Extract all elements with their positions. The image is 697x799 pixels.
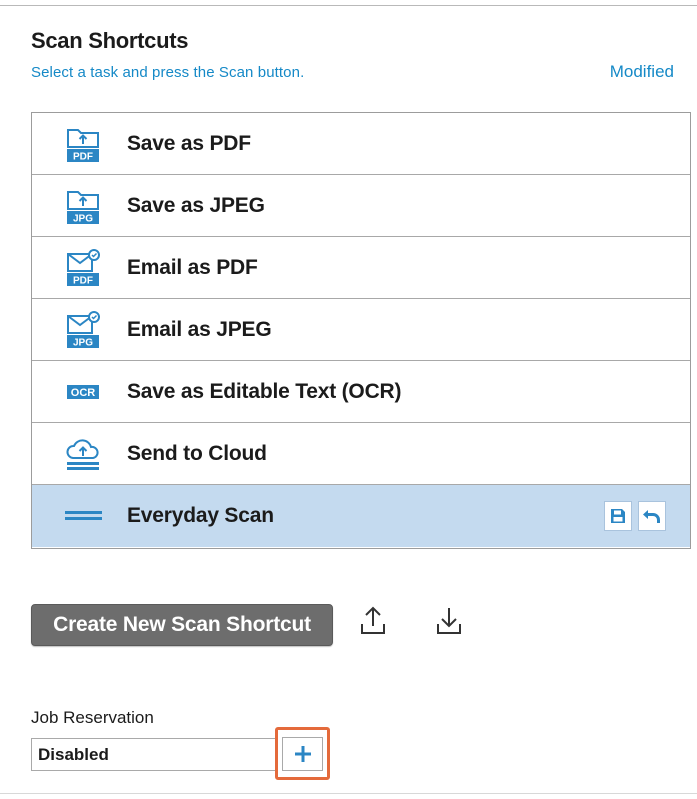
jpg-badge-text: JPG — [73, 337, 93, 348]
shortcut-send-to-cloud[interactable]: Send to Cloud — [32, 423, 690, 485]
shortcut-label: Email as PDF — [127, 255, 258, 279]
email-pdf-icon: PDF — [67, 248, 100, 286]
save-shortcut-button[interactable] — [604, 501, 632, 531]
shortcut-email-as-pdf[interactable]: PDF Email as PDF — [32, 237, 690, 299]
ocr-icon: OCR — [67, 384, 99, 399]
shortcut-list: PDF Save as PDF JPG Save as JPEG PDF Ema… — [31, 112, 691, 549]
shortcut-email-as-jpeg[interactable]: JPG Email as JPEG — [32, 299, 690, 361]
undo-shortcut-button[interactable] — [638, 501, 666, 531]
jpg-badge-text: JPG — [73, 213, 93, 224]
everyday-scan-icon — [65, 511, 102, 520]
folder-jpg-icon: JPG — [67, 190, 99, 224]
row-actions — [604, 501, 666, 531]
top-divider — [0, 5, 697, 6]
shortcut-label: Everyday Scan — [127, 504, 274, 527]
ocr-badge-text: OCR — [71, 387, 96, 399]
page-title: Scan Shortcuts — [31, 28, 189, 53]
cloud-upload-icon — [66, 438, 99, 470]
shortcut-label: Save as JPEG — [127, 193, 265, 217]
shortcut-save-as-pdf[interactable]: PDF Save as PDF — [32, 113, 690, 175]
email-jpg-icon: JPG — [67, 310, 100, 348]
folder-pdf-icon: PDF — [67, 128, 99, 162]
shortcut-save-as-jpeg[interactable]: JPG Save as JPEG — [32, 175, 690, 237]
shortcut-save-as-ocr[interactable]: OCR Save as Editable Text (OCR) — [32, 361, 690, 423]
job-reservation-label: Job Reservation — [31, 708, 154, 727]
bottom-divider — [0, 793, 697, 794]
job-reservation-select[interactable]: Disabled — [31, 738, 276, 771]
job-reservation-add-button[interactable] — [282, 737, 323, 771]
plus-icon — [294, 746, 311, 762]
shortcut-everyday-scan[interactable]: Everyday Scan — [32, 485, 690, 547]
undo-icon — [643, 510, 660, 523]
modified-status: Modified — [609, 62, 674, 81]
shortcut-label: Save as PDF — [127, 131, 251, 155]
export-icon[interactable] — [358, 604, 388, 638]
save-icon — [611, 509, 625, 523]
shortcut-label: Email as JPEG — [127, 317, 272, 341]
pdf-badge-text: PDF — [73, 151, 93, 162]
page-subtitle: Select a task and press the Scan button. — [31, 64, 305, 81]
import-icon[interactable] — [434, 604, 464, 638]
shortcut-label: Save as Editable Text (OCR) — [127, 379, 402, 403]
shortcut-label: Send to Cloud — [127, 441, 267, 465]
pdf-badge-text: PDF — [73, 275, 93, 286]
create-new-scan-shortcut-button[interactable]: Create New Scan Shortcut — [31, 604, 333, 646]
